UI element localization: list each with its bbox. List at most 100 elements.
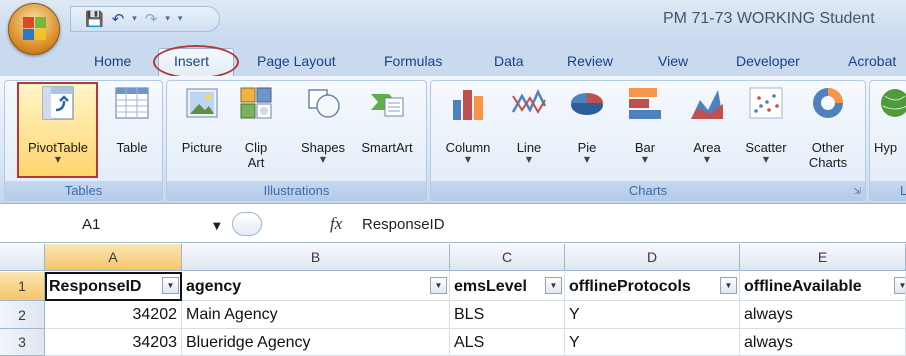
table-header-cell[interactable]: offlineAvailable ▼: [740, 272, 906, 301]
table-header-cell[interactable]: offlineProtocols ▼: [565, 272, 740, 301]
undo-dropdown-icon[interactable]: ▾: [132, 14, 137, 24]
pivottable-icon: [39, 84, 77, 122]
pie-dropdown-icon: ▼: [583, 155, 591, 164]
filter-dropdown-icon[interactable]: ▼: [430, 277, 447, 294]
formula-bar: [0, 205, 906, 243]
table-cell[interactable]: Main Agency: [182, 301, 450, 329]
other-charts-button[interactable]: Other Charts: [800, 84, 856, 170]
header-offlineprotocols: offlineProtocols: [569, 278, 691, 295]
smartart-button[interactable]: SmartArt: [354, 84, 420, 155]
shapes-button[interactable]: Shapes ▼: [294, 84, 352, 165]
header-emslevel: emsLevel: [454, 278, 527, 295]
table-label: Table: [116, 140, 148, 155]
line-chart-button[interactable]: Line ▼: [508, 84, 550, 165]
group-label-charts: Charts: [431, 181, 865, 200]
pivottable-dropdown-icon: ▼: [54, 155, 62, 164]
table-button[interactable]: Table: [104, 84, 160, 155]
shapes-label: Shapes: [300, 140, 346, 155]
pivottable-label: PivotTable: [28, 140, 88, 155]
table-cell[interactable]: Y: [565, 329, 740, 356]
bar-label: Bar: [634, 140, 656, 155]
scatter-label: Scatter: [745, 140, 787, 155]
table-cell[interactable]: 34203: [45, 329, 182, 356]
area-label: Area: [693, 140, 721, 155]
table-header-cell[interactable]: ResponseID ▼: [45, 272, 182, 301]
column-header-c[interactable]: C: [450, 244, 565, 271]
row-header-3[interactable]: 3: [0, 329, 45, 356]
redo-icon[interactable]: ↷: [145, 10, 158, 28]
line-chart-icon: [510, 84, 548, 122]
charts-dialog-launcher-icon[interactable]: ⇲: [853, 187, 861, 197]
tab-data[interactable]: Data: [494, 53, 524, 69]
clip-art-label: Clip Art: [244, 140, 268, 170]
pie-chart-button[interactable]: Pie ▼: [566, 84, 608, 165]
area-chart-button[interactable]: Area ▼: [685, 84, 729, 165]
row-header-1[interactable]: 1: [0, 272, 45, 301]
insert-function-icon[interactable]: fx: [330, 214, 342, 234]
name-box[interactable]: A1: [82, 216, 100, 233]
column-header-b[interactable]: B: [182, 244, 450, 271]
column-header-a[interactable]: A: [45, 244, 182, 271]
table-cell[interactable]: Y: [565, 301, 740, 329]
tab-acrobat[interactable]: Acrobat: [848, 53, 896, 69]
table-cell[interactable]: always: [740, 301, 906, 329]
filter-dropdown-icon[interactable]: ▼: [894, 277, 905, 294]
table-header-cell[interactable]: emsLevel ▼: [450, 272, 565, 301]
picture-label: Picture: [181, 140, 223, 155]
table-icon: [113, 84, 151, 122]
picture-button[interactable]: Picture: [172, 84, 232, 155]
group-label-tables: Tables: [5, 181, 162, 200]
smartart-label: SmartArt: [361, 140, 413, 155]
other-charts-icon: [809, 84, 847, 122]
table-cell[interactable]: BLS: [450, 301, 565, 329]
formula-bar-expander[interactable]: [232, 212, 262, 236]
tab-review[interactable]: Review: [567, 53, 613, 69]
header-agency: agency: [186, 278, 242, 295]
column-header-e[interactable]: E: [740, 244, 906, 271]
save-icon[interactable]: 💾: [85, 10, 104, 28]
area-chart-icon: [688, 84, 726, 122]
bar-dropdown-icon: ▼: [641, 155, 649, 164]
tab-developer[interactable]: Developer: [736, 53, 800, 69]
scatter-dropdown-icon: ▼: [762, 155, 770, 164]
office-button[interactable]: [8, 3, 60, 55]
hyperlink-label: Hyp: [874, 140, 898, 155]
scatter-chart-button[interactable]: Scatter ▼: [738, 84, 794, 165]
header-offlineavailable: offlineAvailable: [744, 278, 862, 295]
clip-art-icon: [237, 84, 275, 122]
table-cell[interactable]: 34202: [45, 301, 182, 329]
redo-dropdown-icon[interactable]: ▾: [165, 14, 170, 24]
area-dropdown-icon: ▼: [703, 155, 711, 164]
tab-home[interactable]: Home: [94, 53, 131, 69]
smartart-icon: [368, 84, 406, 122]
group-label-illustrations: Illustrations: [167, 181, 426, 200]
filter-dropdown-icon[interactable]: ▼: [545, 277, 562, 294]
line-dropdown-icon: ▼: [525, 155, 533, 164]
table-header-cell[interactable]: agency ▼: [182, 272, 450, 301]
tab-page-layout[interactable]: Page Layout: [257, 53, 336, 69]
formula-content[interactable]: ResponseID: [362, 216, 445, 233]
hyperlink-button[interactable]: Hyp: [874, 84, 906, 155]
undo-icon[interactable]: ↶: [112, 10, 125, 28]
hyperlink-icon: [875, 84, 906, 122]
pie-label: Pie: [577, 140, 597, 155]
column-header-d[interactable]: D: [565, 244, 740, 271]
bar-chart-button[interactable]: Bar ▼: [624, 84, 666, 165]
filter-dropdown-icon[interactable]: ▼: [162, 277, 179, 294]
name-box-dropdown-icon[interactable]: ▼: [213, 221, 221, 232]
select-all-corner[interactable]: [0, 244, 45, 271]
pivottable-button[interactable]: PivotTable ▼: [19, 84, 97, 165]
clip-art-button[interactable]: Clip Art: [236, 84, 276, 170]
customize-qat-icon[interactable]: ▾: [178, 14, 183, 24]
bar-chart-icon: [626, 84, 664, 122]
tab-view[interactable]: View: [658, 53, 688, 69]
table-cell[interactable]: Blueridge Agency: [182, 329, 450, 356]
tab-formulas[interactable]: Formulas: [384, 53, 442, 69]
filter-dropdown-icon[interactable]: ▼: [720, 277, 737, 294]
shapes-dropdown-icon: ▼: [319, 155, 327, 164]
group-label-links: L: [870, 181, 906, 200]
row-header-2[interactable]: 2: [0, 301, 45, 329]
table-cell[interactable]: ALS: [450, 329, 565, 356]
column-chart-button[interactable]: Column ▼: [436, 84, 500, 165]
table-cell[interactable]: always: [740, 329, 906, 356]
